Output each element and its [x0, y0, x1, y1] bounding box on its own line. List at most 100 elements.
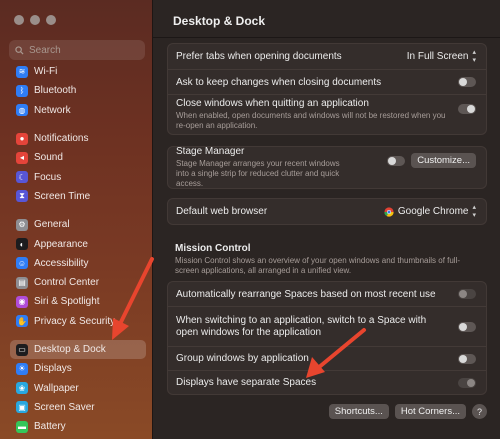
siri-icon: ◉ [16, 295, 28, 308]
sidebar-item-label: Displays [34, 363, 72, 375]
header-divider [153, 37, 500, 38]
hot-corners-button[interactable]: Hot Corners... [394, 404, 466, 419]
windows-settings-group: Prefer tabs when opening documents In Fu… [167, 43, 487, 135]
sidebar-item-desktop-dock[interactable]: ▭ Desktop & Dock [10, 339, 146, 360]
sidebar-item-notifications[interactable]: ● Notifications [10, 129, 146, 148]
globe-icon: ◍ [16, 104, 28, 117]
hourglass-icon: ⧗ [16, 190, 28, 203]
ask-keep-changes-toggle[interactable] [458, 77, 476, 87]
sidebar-item-network[interactable]: ◍ Network [10, 101, 146, 120]
sidebar-item-label: Bluetooth [34, 85, 77, 97]
prefer-tabs-value: In Full Screen [406, 51, 469, 62]
screensaver-icon: ▣ [16, 401, 28, 414]
close-windows-toggle[interactable] [458, 103, 476, 114]
bottom-buttons: Shortcuts... Hot Corners... ? [328, 404, 487, 419]
switch-space-row: When switching to an application, switch… [168, 306, 486, 346]
shortcuts-button[interactable]: Shortcuts... [328, 404, 389, 419]
window-controls [14, 15, 56, 25]
sidebar-item-screen-time[interactable]: ⧗ Screen Time [10, 187, 146, 206]
battery-icon: ▬ [16, 420, 28, 433]
mission-control-description: Mission Control shows an overview of you… [175, 256, 461, 275]
search-input[interactable] [29, 44, 129, 56]
sidebar-item-label: Sound [34, 152, 63, 164]
sidebar-item-label: Wallpaper [34, 382, 79, 394]
sidebar-item-label: Control Center [34, 277, 100, 289]
chrome-icon [384, 206, 394, 217]
sidebar-item-wi-fi[interactable]: ≋ Wi-Fi [10, 62, 146, 81]
minimize-window-button[interactable] [30, 15, 40, 25]
sidebar-item-screen-saver[interactable]: ▣ Screen Saver [10, 398, 146, 417]
chevron-updown-icon: ▴ ▾ [472, 203, 476, 219]
sidebar-item-bluetooth[interactable]: ᛒ Bluetooth [10, 81, 146, 100]
default-browser-label: Default web browser [176, 206, 268, 217]
switch-space-toggle[interactable] [458, 321, 476, 332]
control-center-icon: ▤ [16, 276, 28, 289]
prefer-tabs-label: Prefer tabs when opening documents [176, 51, 342, 62]
ask-keep-changes-row: Ask to keep changes when closing documen… [168, 69, 486, 94]
sidebar-item-label: Notifications [34, 133, 89, 145]
sidebar: ≋ Wi-Fi ᛒ Bluetooth ◍ Network ● Notifications ◂ S… [0, 0, 153, 439]
sun-icon: ☀ [16, 362, 28, 375]
bell-icon: ● [16, 132, 28, 145]
sidebar-item-general[interactable]: ⚙ General [10, 215, 146, 234]
sidebar-item-label: Appearance [34, 238, 88, 250]
stage-manager-label: Stage Manager [176, 146, 245, 157]
default-browser-group: Default web browser Google Chrome ▴ ▾ [167, 198, 487, 225]
default-browser-row: Default web browser Google Chrome ▴ ▾ [168, 199, 486, 224]
accessibility-icon: ☺ [16, 257, 28, 270]
stage-manager-description: Stage Manager arranges your recent windo… [176, 159, 340, 188]
sidebar-item-label: Screen Time [34, 190, 91, 202]
sidebar-item-label: Battery [34, 421, 66, 433]
sidebar-item-control-center[interactable]: ▤ Control Center [10, 273, 146, 292]
sidebar-item-appearance[interactable]: ◐ Appearance [10, 234, 146, 253]
sidebar-item-label: Privacy & Security [34, 315, 116, 327]
search-box[interactable] [9, 40, 145, 60]
help-button[interactable]: ? [472, 404, 487, 419]
sidebar-separator [10, 120, 146, 129]
rearrange-spaces-label: Automatically rearrange Spaces based on … [176, 288, 436, 300]
sidebar-item-label: Desktop & Dock [34, 344, 106, 355]
sidebar-item-displays[interactable]: ☀ Displays [10, 359, 146, 378]
sidebar-item-label: Wi-Fi [34, 66, 58, 78]
search-icon [15, 45, 24, 55]
default-browser-value: Google Chrome [397, 206, 469, 217]
group-windows-toggle[interactable] [458, 353, 476, 364]
sidebar-item-wallpaper[interactable]: ❀ Wallpaper [10, 378, 146, 397]
sidebar-item-battery[interactable]: ▬ Battery [10, 417, 146, 436]
close-windows-row: Close windows when quitting an applicati… [168, 94, 486, 134]
prefer-tabs-popup[interactable]: In Full Screen ▴ ▾ [407, 49, 476, 65]
stage-manager-toggle[interactable] [387, 155, 406, 166]
sidebar-item-label: Network [34, 104, 71, 116]
sidebar-item-label: Accessibility [34, 257, 89, 269]
gear-icon: ⚙ [16, 218, 28, 231]
sidebar-separator [10, 331, 146, 340]
group-windows-row: Group windows by application [168, 346, 486, 370]
mission-control-group: Automatically rearrange Spaces based on … [167, 281, 487, 395]
customize-button[interactable]: Customize... [411, 153, 476, 168]
wallpaper-icon: ❀ [16, 382, 28, 395]
separate-spaces-toggle[interactable] [458, 377, 476, 388]
prefer-tabs-row: Prefer tabs when opening documents In Fu… [168, 44, 486, 69]
stage-manager-group: Stage Manager Stage Manager arranges you… [167, 146, 487, 189]
separate-spaces-label: Displays have separate Spaces [176, 377, 317, 388]
wifi-icon: ≋ [16, 65, 28, 78]
bluetooth-icon: ᛒ [16, 84, 28, 97]
sidebar-item-siri-spotlight[interactable]: ◉ Siri & Spotlight [10, 292, 146, 311]
sidebar-item-privacy-security[interactable]: ✋ Privacy & Security [10, 312, 146, 331]
rearrange-spaces-row: Automatically rearrange Spaces based on … [168, 282, 486, 306]
zoom-window-button[interactable] [46, 15, 56, 25]
page-title: Desktop & Dock [173, 14, 266, 28]
sidebar-item-accessibility[interactable]: ☺ Accessibility [10, 254, 146, 273]
chevron-updown-icon: ▴ ▾ [472, 48, 476, 64]
close-windows-label: Close windows when quitting an applicati… [176, 98, 369, 109]
default-browser-popup[interactable]: Google Chrome ▴ ▾ [384, 204, 476, 220]
rearrange-spaces-toggle[interactable] [458, 289, 476, 299]
moon-icon: ☾ [16, 171, 28, 184]
ask-keep-changes-label: Ask to keep changes when closing documen… [176, 76, 382, 88]
sidebar-item-label: General [34, 219, 70, 231]
sidebar-item-label: Siri & Spotlight [34, 296, 100, 308]
close-window-button[interactable] [14, 15, 24, 25]
sidebar-item-label: Screen Saver [34, 401, 95, 413]
sidebar-item-sound[interactable]: ◂ Sound [10, 148, 146, 167]
sidebar-item-focus[interactable]: ☾ Focus [10, 167, 146, 186]
